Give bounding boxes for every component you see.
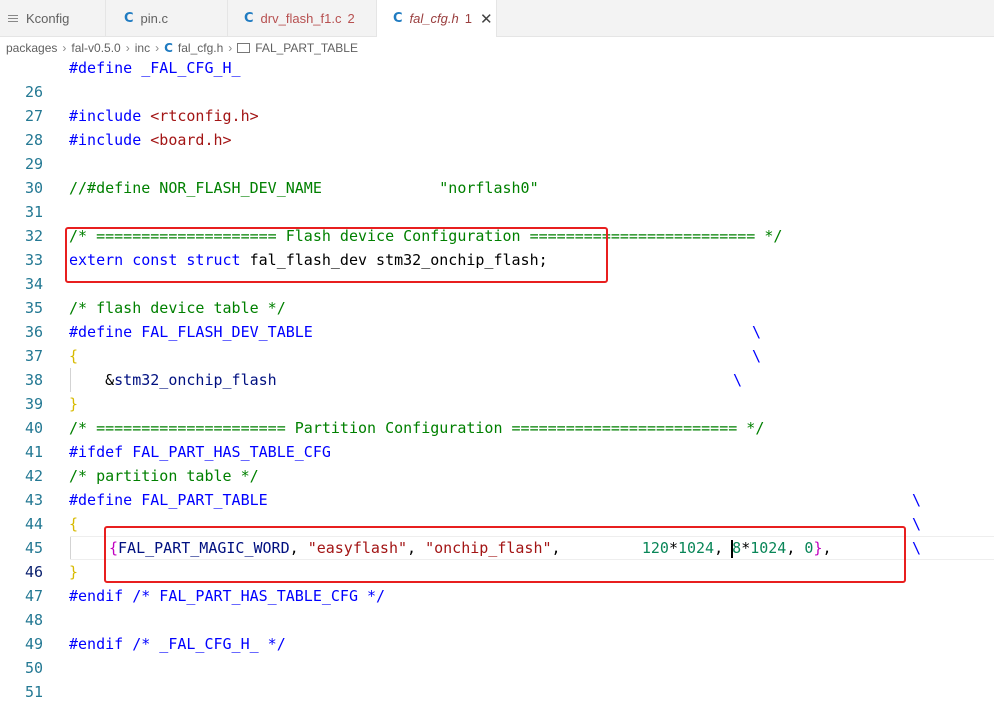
code-line: 29 #include <board.h> — [0, 128, 994, 173]
code-text: & — [69, 371, 115, 389]
line-continuation: \ — [912, 515, 922, 533]
chevron-right-icon: › — [62, 40, 67, 55]
code-line: 36 /* flash device table */ — [0, 296, 994, 341]
problem-count-badge: 1 — [464, 11, 472, 26]
chevron-right-icon: › — [228, 40, 233, 55]
code-line: 30 — [0, 152, 994, 197]
code-editor[interactable]: 26 #define _FAL_CFG_H_ 27 28 #include <r… — [0, 59, 994, 701]
code-line: 27 — [0, 80, 994, 125]
code-text: #ifdef FAL_PART_HAS_TABLE_CFG — [69, 443, 331, 461]
problem-count-badge: 2 — [347, 10, 355, 26]
code-text: #endif /* FAL_PART_HAS_TABLE_CFG */ — [69, 587, 386, 605]
code-line: 41 /* ===================== Partition Co… — [0, 416, 994, 461]
c-file-icon: C — [164, 40, 173, 55]
code-line: 31 //#define NOR_FLASH_DEV_NAME "norflas… — [0, 176, 994, 221]
code-line: 28 #include <rtconfig.h> — [0, 104, 994, 149]
code-line: 50 #endif /* _FAL_CFG_H_ */ — [0, 632, 994, 677]
code-text: #include — [69, 107, 151, 125]
chevron-right-icon: › — [155, 40, 160, 55]
code-line: 43 /* partition table */ — [0, 464, 994, 509]
symbol-constant-icon — [237, 42, 251, 53]
c-file-icon: C — [124, 10, 134, 26]
code-identifier: stm32_onchip_flash — [114, 371, 277, 389]
code-line: 48 #endif /* FAL_PART_HAS_TABLE_CFG */ — [0, 584, 994, 629]
code-line: 40 } — [0, 392, 994, 437]
code-comment: /* flash device table */ — [69, 299, 286, 317]
code-brace: } — [69, 395, 79, 413]
breadcrumb-item[interactable]: fal-v0.5.0 — [71, 41, 120, 55]
breadcrumb-item[interactable]: inc — [135, 41, 150, 55]
code-line: 44 #define FAL_PART_TABLE \ — [0, 488, 994, 533]
line-continuation: \ — [752, 323, 762, 341]
line-number: 51 — [24, 683, 43, 701]
code-text: #define _FAL_CFG_H_ — [69, 59, 241, 77]
code-brace: } — [69, 563, 79, 581]
code-line: 38 { \ — [0, 344, 994, 389]
breadcrumb-item[interactable]: fal_cfg.h — [178, 41, 223, 55]
code-comment: //#define NOR_FLASH_DEV_NAME — [69, 179, 440, 197]
highlight-box-partition-entry — [104, 526, 906, 583]
line-continuation: \ — [912, 539, 922, 557]
code-line: 51 — [0, 656, 994, 701]
tab-label: fal_cfg.h — [409, 11, 459, 26]
tab-label: drv_flash_f1.c — [260, 10, 342, 26]
tab-label: pin.c — [140, 10, 169, 26]
code-line: 37 #define FAL_FLASH_DEV_TABLE \ — [0, 320, 994, 365]
line-continuation: \ — [733, 371, 743, 389]
line-continuation: \ — [912, 491, 922, 509]
code-comment: "norflash0" — [439, 179, 539, 197]
c-file-icon: C — [244, 10, 254, 26]
breadcrumb-item[interactable]: packages — [6, 41, 57, 55]
code-comment: /* ===================== Partition Confi… — [69, 419, 765, 437]
tab-fal-cfg-h[interactable]: C fal_cfg.h 1 ✕ — [377, 0, 497, 37]
tab-label: Kconfig — [26, 10, 70, 26]
tab-drv-flash-f1-c[interactable]: C drv_flash_f1.c 2 — [228, 0, 377, 36]
include-path: <rtconfig.h> — [150, 107, 259, 125]
kconfig-icon — [8, 14, 18, 22]
code-comment: /* partition table */ — [69, 467, 259, 485]
code-line: 26 #define _FAL_CFG_H_ — [0, 56, 994, 101]
c-file-icon: C — [393, 11, 403, 26]
code-text: #define FAL_PART_TABLE — [69, 491, 268, 509]
code-brace: { — [69, 347, 79, 365]
breadcrumb: packages › fal-v0.5.0 › inc › C fal_cfg.… — [0, 37, 994, 58]
tab-kconfig[interactable]: Kconfig — [0, 0, 106, 36]
highlight-box-flash-device — [65, 227, 608, 283]
code-line: 39 &stm32_onchip_flash \ — [0, 368, 994, 413]
include-path: <board.h> — [150, 131, 232, 149]
line-continuation: \ — [752, 347, 762, 365]
code-line: 49 — [0, 608, 994, 653]
code-brace: { — [69, 515, 79, 533]
code-text: #define FAL_FLASH_DEV_TABLE — [69, 323, 313, 341]
code-line: 42 #ifdef FAL_PART_HAS_TABLE_CFG — [0, 440, 994, 485]
code-line: 32 — [0, 200, 994, 245]
editor-tab-bar: Kconfig C pin.c C drv_flash_f1.c 2 C fal… — [0, 0, 994, 37]
chevron-right-icon: › — [125, 40, 130, 55]
tab-pin-c[interactable]: C pin.c — [106, 0, 228, 36]
breadcrumb-item[interactable]: FAL_PART_TABLE — [255, 41, 358, 55]
close-icon[interactable]: ✕ — [480, 10, 493, 28]
code-text: #endif /* _FAL_CFG_H_ */ — [69, 635, 286, 653]
code-text: #include — [69, 131, 151, 149]
